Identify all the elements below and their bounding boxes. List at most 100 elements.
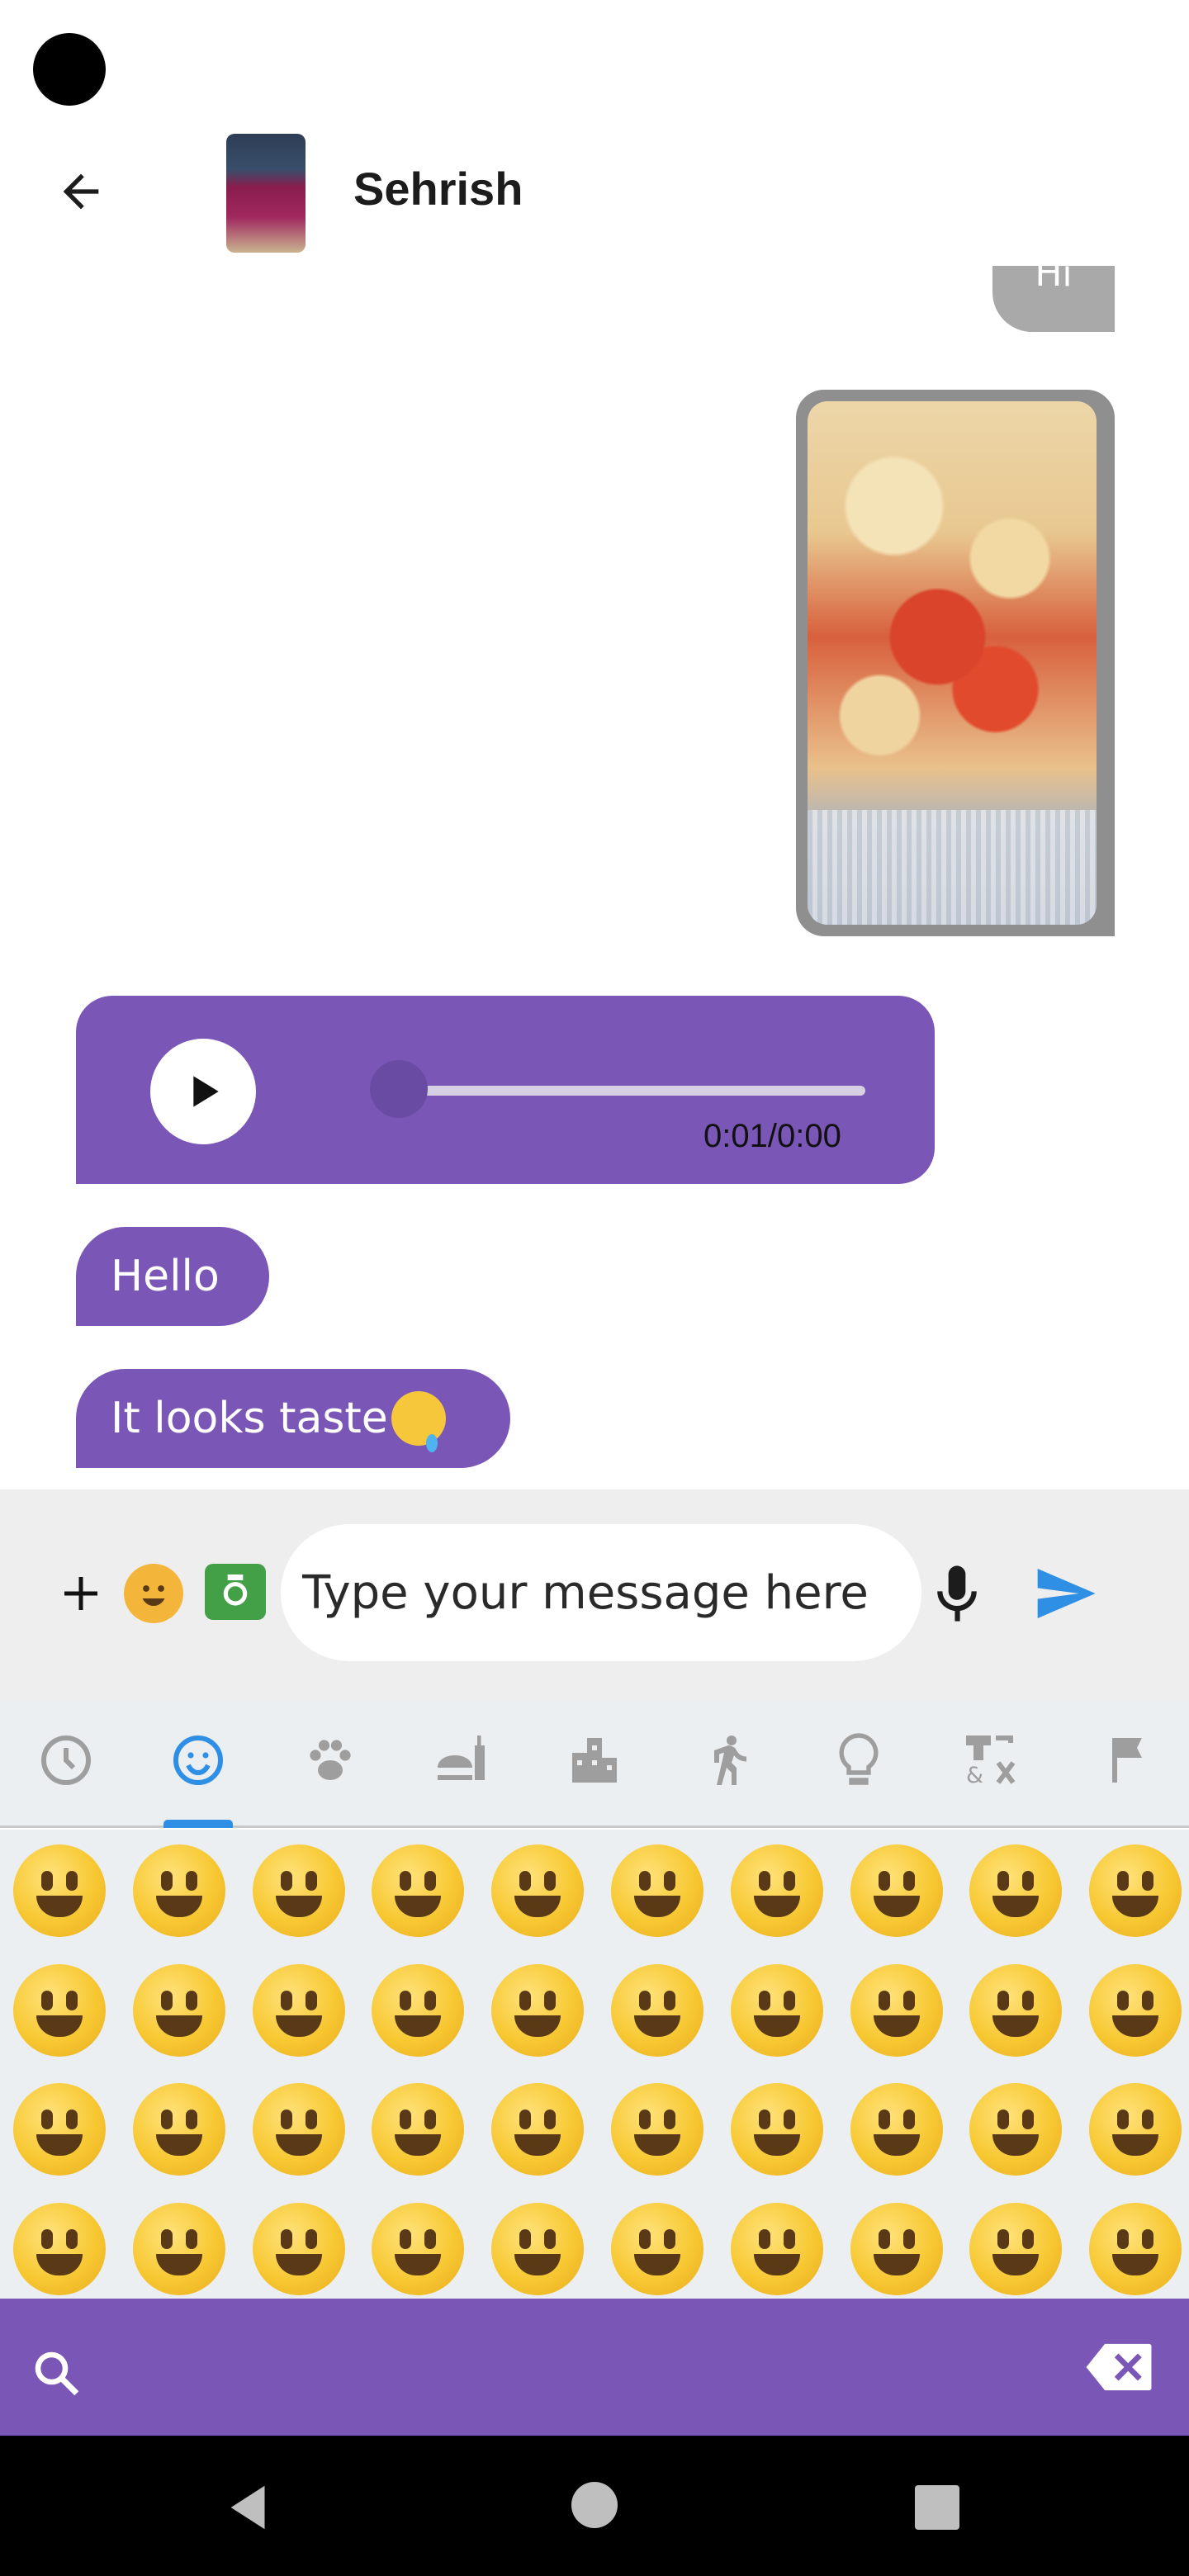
- expressionless-face-icon[interactable]: [491, 2203, 584, 2295]
- system-home-button[interactable]: [571, 2482, 618, 2528]
- grinning-face-sweat-icon[interactable]: [611, 1844, 703, 1937]
- face-raised-eyebrow-icon[interactable]: [253, 2203, 345, 2295]
- smirking-face-icon[interactable]: [731, 2203, 823, 2295]
- fastfood-icon: [438, 1735, 485, 1780]
- smiling-face-smiling-eyes-icon[interactable]: [133, 1964, 225, 2057]
- tab-food[interactable]: [429, 1727, 495, 1793]
- kissing-face-icon[interactable]: [850, 1964, 943, 2057]
- symbols-icon: &: [966, 1735, 1016, 1788]
- outgoing-text-message[interactable]: Hi: [992, 266, 1115, 332]
- face-rolling-eyes-icon[interactable]: [969, 2203, 1062, 2295]
- lightbulb-icon: [839, 1733, 879, 1785]
- incoming-text-message[interactable]: It looks taste: [76, 1369, 510, 1468]
- backspace-icon: [1086, 2343, 1152, 2391]
- tab-symbols[interactable]: &: [958, 1727, 1024, 1793]
- tab-activities[interactable]: [694, 1727, 760, 1793]
- message-text: Hello: [111, 1252, 220, 1301]
- smiling-face-hearts-icon[interactable]: [372, 1964, 464, 2057]
- tab-places[interactable]: [561, 1727, 628, 1793]
- microphone-icon: [937, 1565, 977, 1622]
- triangle-back-icon: [230, 2485, 265, 2530]
- grimacing-face-icon[interactable]: [1089, 2203, 1182, 2295]
- beaming-face-icon[interactable]: [372, 1844, 464, 1937]
- face-hand-over-mouth-icon[interactable]: [969, 2083, 1062, 2176]
- face-with-tongue-icon[interactable]: [253, 2083, 345, 2176]
- grinning-squinting-face-icon[interactable]: [491, 1844, 584, 1937]
- outgoing-image-message[interactable]: [796, 390, 1115, 936]
- rolling-on-floor-laughing-icon[interactable]: [731, 1844, 823, 1937]
- grinning-face-icon[interactable]: [13, 1844, 106, 1937]
- paw-icon: [310, 1740, 351, 1780]
- send-button[interactable]: [1030, 1559, 1100, 1628]
- newspaper-texture: [808, 809, 1097, 925]
- incoming-text-message[interactable]: Hello: [76, 1227, 269, 1326]
- squinting-face-tongue-icon[interactable]: [611, 2083, 703, 2176]
- play-icon: [193, 1076, 219, 1107]
- tab-animals[interactable]: [297, 1727, 363, 1793]
- shushing-face-icon[interactable]: [1089, 2083, 1182, 2176]
- grinning-face-big-eyes-icon[interactable]: [133, 1844, 225, 1937]
- emoji-search-button[interactable]: [25, 2342, 88, 2404]
- tab-recent[interactable]: [33, 1727, 99, 1793]
- star-struck-icon[interactable]: [611, 1964, 703, 2057]
- slightly-smiling-face-icon[interactable]: [969, 1844, 1062, 1937]
- message-input[interactable]: [281, 1524, 921, 1661]
- smiley-icon: [173, 1735, 223, 1785]
- zany-face-icon[interactable]: [491, 2083, 584, 2176]
- grinning-face-smiling-eyes-icon[interactable]: [253, 1844, 345, 1937]
- neutral-face-icon[interactable]: [372, 2203, 464, 2295]
- kissing-face-smiling-eyes-icon[interactable]: [13, 2083, 106, 2176]
- avatar[interactable]: [226, 134, 306, 253]
- audio-progress-track[interactable]: [396, 1086, 865, 1096]
- audio-time: 0:01/0:00: [703, 1118, 841, 1154]
- system-recents-button[interactable]: [915, 2485, 959, 2530]
- tab-smileys[interactable]: [165, 1727, 231, 1793]
- smile-icon: [142, 1585, 165, 1606]
- back-button[interactable]: [46, 157, 116, 226]
- tab-flags[interactable]: [1097, 1727, 1163, 1793]
- message-text: It looks taste: [111, 1394, 388, 1443]
- emoji-search-bar: [0, 2299, 1189, 2436]
- food-photo: [808, 401, 1097, 925]
- message-text: Hi: [1035, 266, 1073, 295]
- send-icon: [1037, 1569, 1096, 1618]
- arrow-left-icon: [63, 173, 99, 210]
- smiling-face-halo-icon[interactable]: [253, 1964, 345, 2057]
- voice-record-button[interactable]: [931, 1560, 983, 1627]
- kissing-face-closed-eyes-icon[interactable]: [1089, 1964, 1182, 2057]
- smiling-face-icon[interactable]: [969, 1964, 1062, 2057]
- money-mouth-face-icon[interactable]: [731, 2083, 823, 2176]
- emoji-button[interactable]: [124, 1564, 183, 1623]
- audio-progress-thumb[interactable]: [370, 1060, 428, 1118]
- face-tears-of-joy-icon[interactable]: [850, 1844, 943, 1937]
- face-savoring-food-icon[interactable]: [133, 2083, 225, 2176]
- building-icon: [572, 1738, 617, 1783]
- thinking-face-icon[interactable]: [13, 2203, 106, 2295]
- hugging-face-icon[interactable]: [850, 2083, 943, 2176]
- face-blowing-kiss-icon[interactable]: [731, 1964, 823, 2057]
- tab-objects[interactable]: [826, 1727, 892, 1793]
- camera-cutout: [33, 33, 106, 106]
- winking-face-icon[interactable]: [13, 1964, 106, 2057]
- drooling-face-icon: [391, 1391, 446, 1452]
- attach-button[interactable]: [50, 1562, 112, 1625]
- clock-icon: [41, 1735, 91, 1785]
- contact-name: Sehrish: [353, 163, 523, 215]
- winking-face-tongue-icon[interactable]: [372, 2083, 464, 2176]
- unamused-face-icon[interactable]: [850, 2203, 943, 2295]
- system-back-button[interactable]: [221, 2479, 279, 2536]
- chat-header: [0, 124, 1189, 264]
- svg-text:&: &: [966, 1763, 983, 1788]
- upside-down-face-icon[interactable]: [1089, 1844, 1182, 1937]
- backspace-button[interactable]: [1083, 2342, 1154, 2393]
- camera-icon: [223, 1574, 248, 1606]
- flag-icon: [1112, 1738, 1142, 1783]
- active-tab-indicator: [163, 1820, 233, 1828]
- zipper-mouth-face-icon[interactable]: [133, 2203, 225, 2295]
- play-button[interactable]: [150, 1039, 256, 1144]
- plus-icon: [64, 1577, 97, 1610]
- face-without-mouth-icon[interactable]: [611, 2203, 703, 2295]
- running-icon: [714, 1735, 746, 1785]
- camera-button[interactable]: [205, 1564, 266, 1620]
- smiling-face-heart-eyes-icon[interactable]: [491, 1964, 584, 2057]
